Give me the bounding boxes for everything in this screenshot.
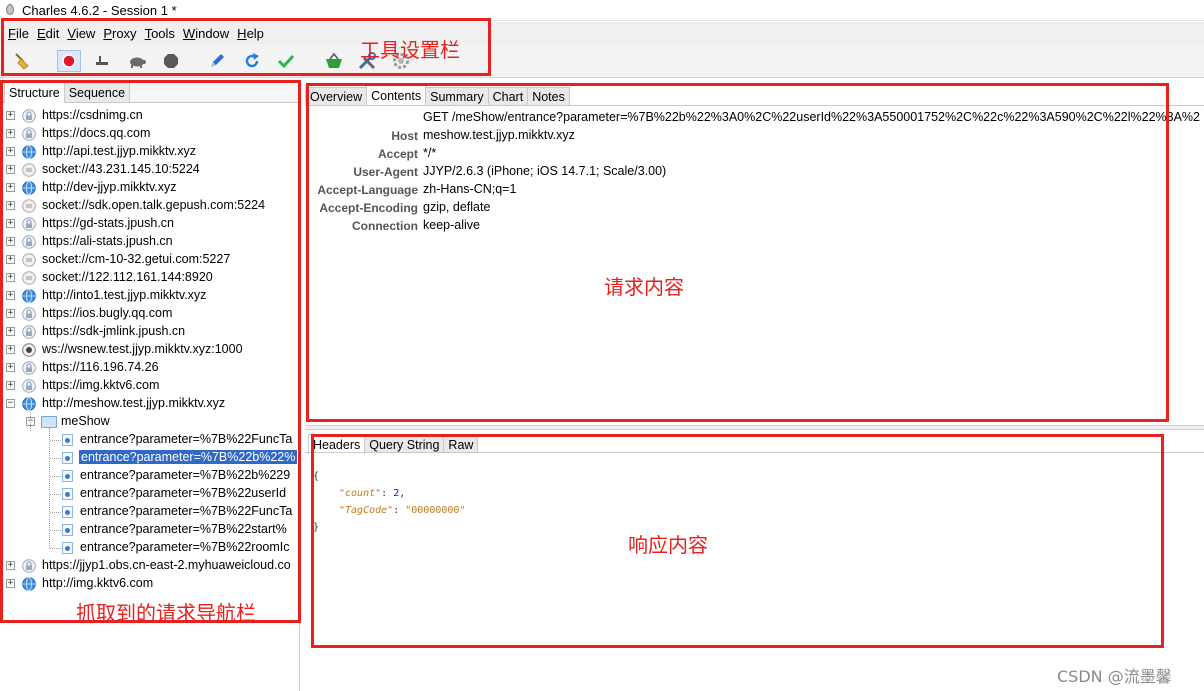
- annotation-box-nav: [0, 80, 301, 623]
- annotation-request-label: 请求内容: [604, 275, 684, 299]
- annotation-box-response: [311, 434, 1164, 648]
- window-title: Charles 4.6.2 - Session 1 *: [22, 2, 177, 18]
- annotation-nav-label: 抓取到的请求导航栏: [76, 601, 256, 625]
- split-pane-divider[interactable]: [305, 425, 1204, 430]
- annotation-response-label: 响应内容: [628, 533, 708, 557]
- annotation-box-request: [306, 83, 1169, 422]
- watermark: CSDN @流墨馨: [1057, 667, 1172, 686]
- charles-app-icon: [4, 3, 16, 17]
- annotation-toolbar-label: 工具设置栏: [360, 38, 460, 62]
